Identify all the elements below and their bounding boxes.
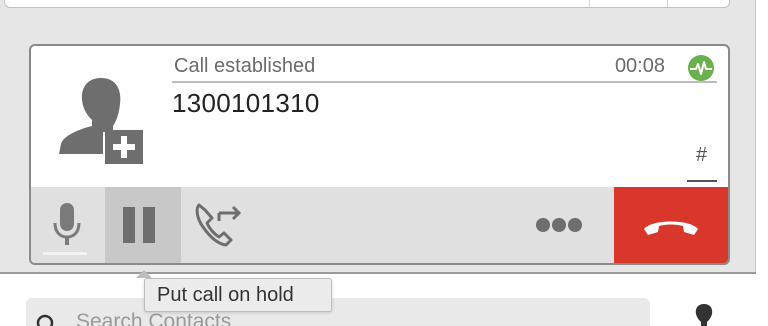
more-dots-icon bbox=[536, 218, 582, 232]
call-controls-bar bbox=[31, 187, 728, 263]
phone-number: 1300101310 bbox=[172, 88, 320, 118]
add-contact-avatar-icon[interactable] bbox=[57, 74, 143, 164]
search-input[interactable] bbox=[76, 310, 476, 326]
call-status-row: Call established 00:08 bbox=[172, 53, 717, 83]
active-call-card: Call established 00:08 1300101310 # bbox=[29, 44, 730, 265]
tooltip-arrow bbox=[136, 270, 152, 278]
transfer-call-icon bbox=[195, 203, 242, 247]
hold-tooltip: Put call on hold bbox=[144, 278, 332, 312]
dtmf-label: # bbox=[696, 144, 708, 166]
mute-indicator bbox=[43, 252, 87, 255]
contact-icon[interactable] bbox=[684, 302, 724, 326]
right-panel-edge bbox=[756, 0, 768, 326]
hangup-button[interactable] bbox=[614, 187, 728, 263]
pause-icon bbox=[123, 207, 155, 243]
transfer-button[interactable] bbox=[181, 187, 257, 263]
search-box[interactable] bbox=[26, 298, 650, 326]
panel-divider bbox=[755, 0, 756, 272]
hold-button[interactable] bbox=[105, 187, 181, 263]
card-divider bbox=[667, 0, 668, 7]
dtmf-keypad-button[interactable]: # bbox=[687, 142, 717, 182]
previous-card bbox=[4, 0, 730, 8]
contacts-panel bbox=[0, 274, 756, 326]
mute-button[interactable] bbox=[31, 187, 105, 263]
card-divider bbox=[589, 0, 590, 7]
tooltip-text: Put call on hold bbox=[157, 284, 294, 306]
call-status: Call established bbox=[174, 55, 316, 77]
heartbeat-icon bbox=[687, 54, 715, 82]
search-icon bbox=[36, 314, 54, 326]
hangup-icon bbox=[644, 221, 698, 235]
more-options-button[interactable] bbox=[521, 187, 597, 263]
call-timer: 00:08 bbox=[614, 55, 665, 77]
